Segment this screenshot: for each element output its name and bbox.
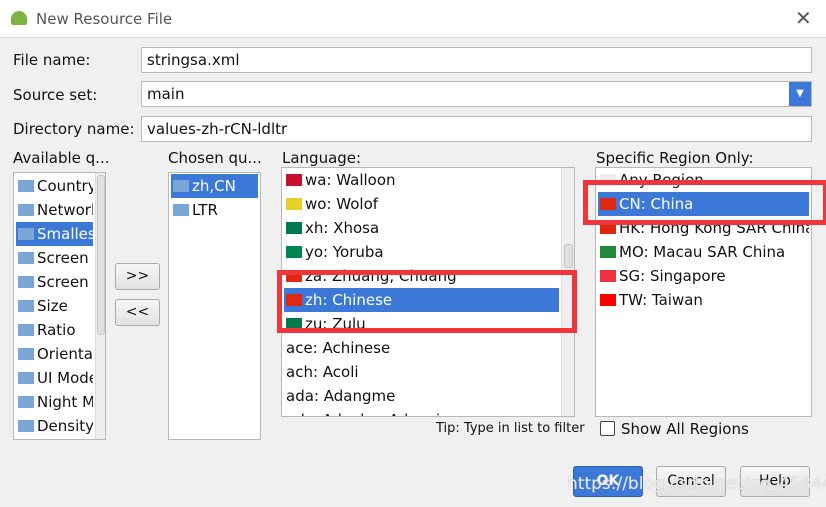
highlight-box: [583, 180, 826, 225]
list-item[interactable]: Night M: [16, 390, 93, 414]
list-item[interactable]: Ratio: [16, 318, 93, 342]
list-item-label: Networl: [37, 201, 93, 219]
list-item[interactable]: yo: Yoruba: [284, 240, 559, 264]
list-item[interactable]: ace: Achinese: [284, 336, 559, 360]
list-item[interactable]: LTR: [171, 198, 258, 222]
file-name-label: File name:: [13, 51, 91, 69]
remove-qualifier-button[interactable]: <<: [115, 299, 160, 326]
source-set-select[interactable]: main ▼: [141, 81, 812, 107]
list-item[interactable]: UI Mode: [16, 366, 93, 390]
list-item[interactable]: Screen V: [16, 246, 93, 270]
directory-name-input[interactable]: values-zh-rCN-ldltr: [141, 116, 812, 142]
window-title: New Resource File: [36, 10, 173, 28]
list-item[interactable]: Country: [16, 174, 93, 198]
qualifier-icon: [18, 180, 34, 192]
chevron-down-icon[interactable]: ▼: [789, 82, 811, 106]
list-item-label: LTR: [192, 201, 218, 219]
show-all-regions-label: Show All Regions: [621, 420, 749, 438]
directory-name-label: Directory name:: [13, 120, 135, 138]
list-item-label: zh,CN: [192, 177, 236, 195]
qualifier-icon: [18, 348, 34, 360]
list-item[interactable]: ada: Adangme: [284, 384, 559, 408]
available-qualifiers-label: Available q...: [13, 149, 110, 167]
flag-icon: [286, 198, 302, 210]
android-studio-icon: [11, 11, 27, 25]
add-qualifier-button[interactable]: >>: [115, 263, 160, 290]
list-item[interactable]: wa: Walloon: [284, 168, 559, 192]
qualifier-icon: [18, 324, 34, 336]
file-name-input[interactable]: stringsa.xml: [141, 47, 812, 73]
list-item[interactable]: SG: Singapore: [598, 264, 809, 288]
chosen-qualifiers-list[interactable]: zh,CN LTR: [168, 172, 261, 440]
list-item-label: ady: Adyghe; Adygei: [286, 411, 440, 416]
list-item[interactable]: zh,CN: [171, 174, 258, 198]
qualifier-icon: [18, 276, 34, 288]
list-item-label: TW: Taiwan: [619, 291, 703, 309]
list-item[interactable]: ady: Adyghe; Adygei: [284, 408, 559, 416]
qualifier-icon: [18, 420, 34, 432]
list-item-label: ace: Achinese: [286, 339, 391, 357]
list-item[interactable]: MO: Macau SAR China: [598, 240, 809, 264]
list-item[interactable]: TW: Taiwan: [598, 288, 809, 312]
list-item-label: xh: Xhosa: [305, 219, 380, 237]
flag-icon: [600, 294, 616, 306]
flag-icon: [286, 246, 302, 258]
scrollbar[interactable]: [95, 173, 105, 439]
list-item-label: ach: Acoli: [286, 363, 359, 381]
list-item[interactable]: Size: [16, 294, 93, 318]
qualifier-icon: [18, 204, 34, 216]
list-item-label: Size: [37, 297, 68, 315]
qualifier-icon: [173, 180, 189, 192]
qualifier-icon: [173, 204, 189, 216]
qualifier-icon: [18, 300, 34, 312]
flag-icon: [286, 174, 302, 186]
list-item-label: Smalles: [37, 225, 93, 243]
source-set-label: Source set:: [13, 86, 98, 104]
list-item[interactable]: Density: [16, 414, 93, 438]
list-item-label: wo: Wolof: [305, 195, 379, 213]
qualifier-icon: [18, 252, 34, 264]
list-item-label: Screen V: [37, 249, 93, 267]
list-item-label: wa: Walloon: [305, 171, 396, 189]
flag-icon: [600, 246, 616, 258]
qualifier-icon: [18, 372, 34, 384]
source-set-value: main: [147, 85, 185, 103]
show-all-regions-checkbox[interactable]: [600, 421, 615, 436]
list-item[interactable]: Networl: [16, 198, 93, 222]
list-item-label: Ratio: [37, 321, 76, 339]
filter-tip: Tip: Type in list to filter: [436, 421, 585, 436]
list-item-label: Density: [37, 417, 93, 435]
list-item-label: Screen I: [37, 273, 93, 291]
list-item-label: ada: Adangme: [286, 387, 396, 405]
list-item-label: Country: [37, 177, 93, 195]
list-item[interactable]: xh: Xhosa: [284, 216, 559, 240]
list-item-label: Orientat: [37, 345, 93, 363]
qualifier-icon: [18, 396, 34, 408]
available-qualifiers-list[interactable]: Country Networl Smalles Screen V Screen I Siz…: [13, 172, 106, 440]
qualifier-icon: [18, 228, 34, 240]
list-item-label: SG: Singapore: [619, 267, 726, 285]
list-item[interactable]: wo: Wolof: [284, 192, 559, 216]
flag-icon: [600, 270, 616, 282]
list-item-label: Night M: [37, 393, 93, 411]
list-item[interactable]: Screen I: [16, 270, 93, 294]
list-item[interactable]: ach: Acoli: [284, 360, 559, 384]
list-item-label: MO: Macau SAR China: [619, 243, 786, 261]
list-item-label: yo: Yoruba: [305, 243, 384, 261]
close-icon[interactable]: ✕: [795, 6, 812, 30]
region-label: Specific Region Only:: [596, 149, 754, 167]
list-item[interactable]: Orientat: [16, 342, 93, 366]
highlight-box: [277, 270, 577, 333]
language-label: Language:: [282, 149, 362, 167]
list-item-label: UI Mode: [37, 369, 93, 387]
watermark: https://blog.csdn.net/qq_45844648: [567, 474, 826, 494]
list-item[interactable]: Smalles: [16, 222, 93, 246]
chosen-qualifiers-label: Chosen qu...: [168, 149, 262, 167]
flag-icon: [286, 222, 302, 234]
